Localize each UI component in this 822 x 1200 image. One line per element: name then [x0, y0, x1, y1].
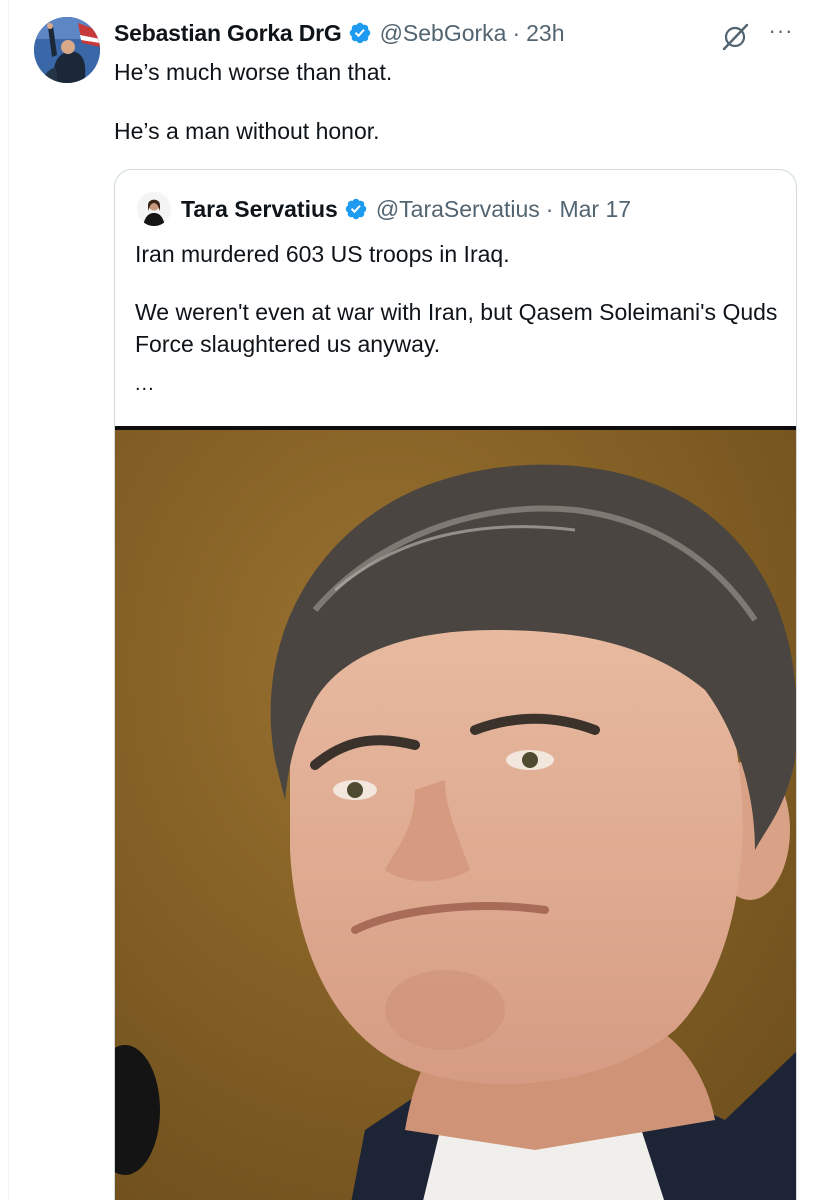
quoted-text-line: We weren't even at war with Iran, but Qa…: [135, 299, 778, 357]
quoted-timestamp[interactable]: Mar 17: [559, 196, 631, 223]
quoted-author-handle[interactable]: @TaraServatius: [376, 196, 540, 223]
quoted-text-truncation: ...: [135, 373, 155, 395]
quoted-author-name[interactable]: Tara Servatius: [181, 196, 338, 223]
quoted-tweet-header: Tara Servatius @TaraServatius · Mar 17: [181, 194, 631, 224]
quoted-author-avatar[interactable]: [137, 192, 171, 226]
tweet-text-line: He’s a man without honor.: [114, 118, 380, 144]
quoted-header-separator: ·: [545, 195, 554, 222]
tweet[interactable]: Sebastian Gorka DrG @SebGorka · 23h ··· …: [0, 0, 822, 1200]
header-separator: ·: [512, 19, 521, 46]
tweet-text-line: He’s much worse than that.: [114, 59, 393, 85]
quoted-text-line: Iran murdered 603 US troops in Iraq.: [135, 241, 510, 267]
grok-icon[interactable]: [720, 22, 750, 52]
more-options-icon[interactable]: ···: [765, 19, 797, 51]
quoted-tweet[interactable]: Tara Servatius @TaraServatius · Mar 17 I…: [114, 169, 797, 1200]
author-name[interactable]: Sebastian Gorka DrG: [114, 20, 342, 47]
verified-badge-icon: [345, 198, 367, 220]
quoted-tweet-text: Iran murdered 603 US troops in Iraq. We …: [135, 238, 785, 360]
tweet-header: Sebastian Gorka DrG @SebGorka · 23h: [114, 18, 565, 48]
tweet-timestamp[interactable]: 23h: [526, 20, 564, 47]
verified-badge-icon: [349, 22, 370, 44]
tweet-text: He’s much worse than that. He’s a man wi…: [114, 58, 804, 145]
author-handle[interactable]: @SebGorka: [380, 20, 507, 47]
quoted-tweet-photo[interactable]: [115, 426, 796, 1200]
author-avatar[interactable]: [34, 17, 100, 83]
